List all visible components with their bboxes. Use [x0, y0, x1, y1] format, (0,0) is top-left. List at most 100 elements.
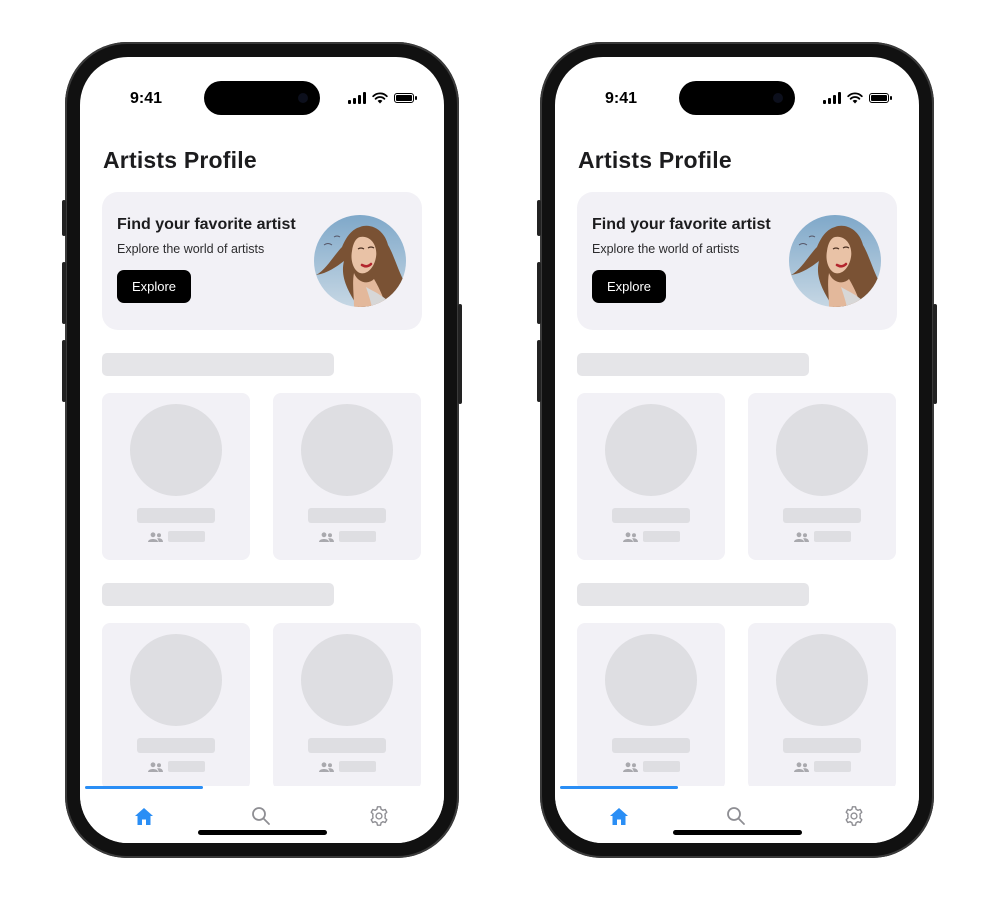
camera-icon — [773, 93, 783, 103]
tab-active-indicator — [560, 786, 678, 789]
page-title: Artists Profile — [103, 147, 257, 173]
section-header-placeholder — [577, 353, 809, 376]
hero-title: Find your favorite artist — [592, 216, 771, 233]
gear-icon — [370, 806, 388, 826]
name-placeholder — [783, 508, 861, 523]
followers-row — [623, 761, 680, 772]
users-icon — [148, 761, 163, 772]
page-title: Artists Profile — [578, 147, 732, 173]
artist-card-placeholder[interactable] — [102, 393, 250, 560]
phone-screen: 9:41 Artists Profile Find your favorite … — [80, 57, 444, 843]
home-indicator — [673, 830, 802, 835]
section-header-placeholder — [102, 583, 334, 606]
artist-card-placeholder[interactable] — [273, 393, 421, 560]
section-header-placeholder — [102, 353, 334, 376]
home-icon — [610, 807, 628, 825]
battery-icon — [869, 93, 892, 103]
avatar-placeholder — [776, 634, 868, 726]
tab-home[interactable] — [131, 803, 157, 829]
name-placeholder — [612, 738, 690, 753]
artist-card-placeholder[interactable] — [577, 623, 725, 790]
home-indicator — [198, 830, 327, 835]
gear-icon — [845, 806, 863, 826]
hero-card: Find your favorite artist Explore the wo… — [577, 192, 897, 330]
status-icons — [823, 92, 892, 104]
battery-icon — [394, 93, 417, 103]
users-icon — [794, 531, 809, 542]
phone-screen: 9:41 Artists Profile Find your favorite … — [555, 57, 919, 843]
name-placeholder — [137, 738, 215, 753]
explore-button[interactable]: Explore — [592, 270, 666, 303]
followers-row — [794, 761, 851, 772]
cellular-signal-icon — [348, 92, 366, 104]
followers-placeholder — [814, 531, 851, 542]
followers-placeholder — [339, 761, 376, 772]
hero-subtitle: Explore the world of artists — [117, 242, 265, 256]
tab-search[interactable] — [248, 803, 274, 829]
followers-placeholder — [168, 531, 205, 542]
explore-button[interactable]: Explore — [117, 270, 191, 303]
hero-subtitle: Explore the world of artists — [592, 242, 740, 256]
avatar-placeholder — [605, 634, 697, 726]
name-placeholder — [308, 508, 386, 523]
avatar-placeholder — [301, 404, 393, 496]
cellular-signal-icon — [823, 92, 841, 104]
name-placeholder — [612, 508, 690, 523]
hero-card: Find your favorite artist Explore the wo… — [102, 192, 422, 330]
followers-placeholder — [339, 531, 376, 542]
users-icon — [623, 531, 638, 542]
wifi-icon — [372, 92, 388, 104]
volume-up-button — [62, 262, 66, 324]
avatar-placeholder — [301, 634, 393, 726]
volume-down-button — [537, 340, 541, 402]
power-button — [458, 304, 462, 404]
camera-icon — [298, 93, 308, 103]
followers-row — [319, 531, 376, 542]
users-icon — [623, 761, 638, 772]
mute-switch — [62, 200, 66, 236]
wifi-icon — [847, 92, 863, 104]
followers-row — [148, 761, 205, 772]
artist-avatar — [314, 215, 406, 307]
followers-placeholder — [643, 761, 680, 772]
name-placeholder — [308, 738, 386, 753]
users-icon — [148, 531, 163, 542]
dynamic-island — [204, 81, 320, 115]
search-icon — [252, 807, 270, 825]
users-icon — [794, 761, 809, 772]
avatar-placeholder — [605, 404, 697, 496]
tab-active-indicator — [85, 786, 203, 789]
tab-home[interactable] — [606, 803, 632, 829]
tab-settings[interactable] — [841, 803, 867, 829]
artist-card-placeholder[interactable] — [102, 623, 250, 790]
avatar-placeholder — [776, 404, 868, 496]
avatar-placeholder — [130, 404, 222, 496]
status-icons — [348, 92, 417, 104]
power-button — [933, 304, 937, 404]
phone-mockup-right: 9:41 Artists Profile Find your favorite … — [537, 42, 937, 858]
followers-placeholder — [168, 761, 205, 772]
status-time: 9:41 — [605, 90, 638, 107]
artist-card-placeholder[interactable] — [748, 623, 896, 790]
name-placeholder — [137, 508, 215, 523]
users-icon — [319, 531, 334, 542]
status-time: 9:41 — [130, 90, 163, 107]
artist-card-placeholder[interactable] — [273, 623, 421, 790]
followers-placeholder — [814, 761, 851, 772]
home-icon — [135, 807, 153, 825]
phone-mockup-left: 9:41 Artists Profile Find your favorite … — [62, 42, 462, 858]
avatar-placeholder — [130, 634, 222, 726]
followers-row — [794, 531, 851, 542]
hero-title: Find your favorite artist — [117, 216, 296, 233]
dynamic-island — [679, 81, 795, 115]
mute-switch — [537, 200, 541, 236]
artist-avatar — [789, 215, 881, 307]
search-icon — [727, 807, 745, 825]
volume-down-button — [62, 340, 66, 402]
followers-placeholder — [643, 531, 680, 542]
tab-search[interactable] — [723, 803, 749, 829]
artist-card-placeholder[interactable] — [577, 393, 725, 560]
tab-settings[interactable] — [366, 803, 392, 829]
section-header-placeholder — [577, 583, 809, 606]
artist-card-placeholder[interactable] — [748, 393, 896, 560]
